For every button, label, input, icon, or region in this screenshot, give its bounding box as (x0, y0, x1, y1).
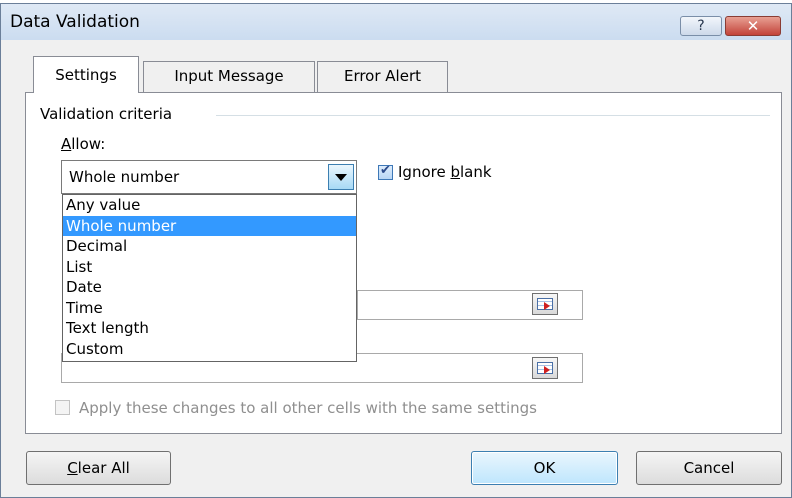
checkmark-icon: ✔ (380, 163, 391, 178)
close-button[interactable]: ✕ (725, 16, 781, 36)
allow-select[interactable]: Whole number (61, 160, 357, 194)
option-whole-number[interactable]: Whole number (63, 215, 356, 236)
allow-label: Allow: (61, 135, 106, 153)
tab-error-alert[interactable]: Error Alert (317, 61, 448, 92)
option-date[interactable]: Date (63, 277, 356, 298)
group-title: Validation criteria (40, 105, 173, 123)
option-time[interactable]: Time (63, 298, 356, 319)
allow-dropdown-list: Any value Whole number Decimal List Date… (62, 194, 357, 362)
tab-settings[interactable]: Settings (33, 56, 139, 93)
clear-all-label: Clear All (67, 459, 130, 477)
close-icon: ✕ (746, 17, 760, 35)
help-button[interactable]: ? (680, 16, 722, 36)
tab-input-message-label: Input Message (174, 67, 284, 85)
option-custom[interactable]: Custom (63, 339, 356, 360)
apply-all-label: Apply these changes to all other cells w… (79, 399, 537, 417)
tab-input-message[interactable]: Input Message (143, 61, 315, 92)
maximum-collapse-button[interactable] (532, 357, 558, 379)
clear-all-button[interactable]: Clear All (26, 451, 171, 485)
ok-label: OK (533, 459, 556, 477)
allow-select-value: Whole number (69, 168, 180, 186)
option-text-length[interactable]: Text length (63, 318, 356, 339)
group-divider (216, 115, 770, 116)
title-bar[interactable]: Data Validation ? ✕ (1, 4, 791, 40)
help-icon: ? (697, 18, 705, 34)
option-decimal[interactable]: Decimal (63, 236, 356, 257)
ignore-blank-checkbox[interactable]: ✔ (378, 163, 393, 180)
tab-settings-label: Settings (55, 66, 117, 84)
arrow-icon (544, 302, 550, 310)
ignore-blank-label: Ignore blank (398, 163, 492, 181)
tab-error-alert-label: Error Alert (343, 67, 422, 85)
cancel-label: Cancel (683, 459, 735, 477)
cancel-button[interactable]: Cancel (636, 451, 782, 485)
option-list[interactable]: List (63, 257, 356, 278)
allow-dropdown-button[interactable] (328, 164, 354, 190)
window-title: Data Validation (10, 12, 140, 32)
apply-all-checkbox[interactable] (55, 400, 70, 415)
ok-button[interactable]: OK (471, 451, 618, 485)
minimum-collapse-button[interactable] (532, 293, 558, 315)
chevron-down-icon (335, 174, 347, 181)
option-any-value[interactable]: Any value (63, 195, 356, 216)
arrow-icon (544, 366, 550, 374)
